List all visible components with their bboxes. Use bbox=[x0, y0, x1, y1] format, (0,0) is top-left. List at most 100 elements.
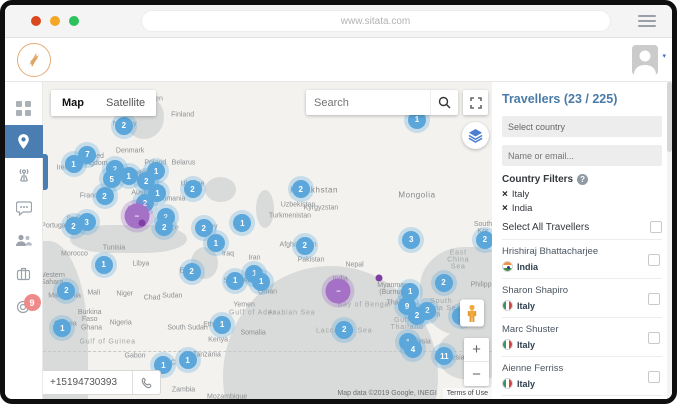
phone-call-icon[interactable] bbox=[132, 371, 160, 394]
maximize-window-icon[interactable] bbox=[69, 16, 79, 26]
traveller-name: Aienne Ferriss bbox=[502, 363, 662, 374]
map-cluster-marker[interactable]: 1 bbox=[226, 272, 244, 290]
select-all-checkbox[interactable] bbox=[650, 221, 662, 233]
map-traveller-dot[interactable] bbox=[139, 220, 146, 227]
main-content: 9 SwedenFinlandNorwayDenmarkUnited Kingd… bbox=[5, 82, 672, 399]
url-bar[interactable]: www.sitata.com bbox=[141, 10, 611, 32]
chat-bubble-icon bbox=[16, 200, 32, 216]
map-cluster-marker[interactable]: 2 bbox=[195, 219, 213, 237]
traveller-list: Hrishiraj BhattacharjeeIndiaSharon Shapi… bbox=[502, 239, 662, 399]
map-cluster-marker[interactable]: 2 bbox=[435, 274, 453, 292]
map-cluster-marker[interactable]: 3 bbox=[402, 231, 420, 249]
help-icon[interactable]: ? bbox=[577, 174, 588, 185]
map-cluster-marker[interactable]: 1 bbox=[53, 319, 71, 337]
traveller-row[interactable]: Sharon ShapiroItaly bbox=[502, 278, 662, 317]
sidebar-item-notifications[interactable]: 9 bbox=[5, 290, 43, 323]
map-traveller-dot[interactable] bbox=[375, 274, 382, 281]
sidebar-item-dashboard[interactable] bbox=[5, 92, 43, 125]
map-cluster-marker[interactable]: 2 bbox=[155, 218, 173, 236]
map-type-map-button[interactable]: Map bbox=[51, 90, 95, 116]
traveller-row[interactable]: Hrishiraj BhattacharjeeIndia bbox=[502, 239, 662, 278]
fullscreen-icon[interactable] bbox=[463, 90, 488, 115]
map-cluster-marker[interactable]: 1 bbox=[120, 167, 138, 185]
sidebar-item-chat[interactable] bbox=[5, 191, 43, 224]
map-cluster-marker-purple[interactable]: – bbox=[326, 278, 351, 303]
map-cluster-marker[interactable]: 1 bbox=[233, 214, 251, 232]
panel-scrollbar[interactable] bbox=[667, 82, 672, 399]
map-label: Pakistan bbox=[298, 256, 325, 263]
user-avatar[interactable] bbox=[632, 45, 658, 75]
map-label: Uzbekistan bbox=[281, 202, 316, 209]
zoom-in-button[interactable]: + bbox=[464, 338, 489, 362]
map-cluster-marker-purple[interactable]: – bbox=[124, 204, 149, 229]
map-cluster-marker[interactable]: 2 bbox=[96, 187, 114, 205]
phone-number-input[interactable] bbox=[43, 377, 132, 388]
traveller-row[interactable]: Eoin Phillips bbox=[502, 395, 662, 399]
scrollbar-thumb[interactable] bbox=[667, 82, 672, 152]
phone-control bbox=[43, 370, 161, 395]
traveller-country: Italy bbox=[502, 300, 662, 311]
traveller-row[interactable]: Aienne FerrissItaly bbox=[502, 356, 662, 395]
map-cluster-marker[interactable]: 1 bbox=[207, 234, 225, 252]
user-menu-caret-icon[interactable]: ▾ bbox=[662, 52, 666, 60]
traveller-person-marker[interactable] bbox=[460, 300, 484, 327]
map-label: Kenya bbox=[208, 337, 228, 344]
sidebar-item-traveller-map[interactable] bbox=[5, 125, 43, 158]
remove-filter-icon[interactable]: × bbox=[502, 190, 508, 200]
map-label: South Sudan bbox=[167, 325, 207, 332]
sitata-logo[interactable] bbox=[17, 43, 51, 77]
map-cluster-marker[interactable]: 4 bbox=[404, 340, 422, 358]
traveller-row[interactable]: Marc ShusterItaly bbox=[502, 317, 662, 356]
map-cluster-marker[interactable]: 2 bbox=[115, 117, 133, 135]
map-cluster-marker[interactable]: 2 bbox=[65, 217, 83, 235]
map-cluster-marker[interactable]: 2 bbox=[408, 307, 426, 325]
sidebar-item-users[interactable] bbox=[5, 224, 43, 257]
sidebar-collapse-handle[interactable] bbox=[43, 154, 48, 190]
browser-menu-icon[interactable] bbox=[638, 15, 656, 30]
search-icon[interactable] bbox=[430, 90, 458, 115]
map-cluster-marker[interactable]: 1 bbox=[95, 256, 113, 274]
map-cluster-marker[interactable]: 2 bbox=[335, 321, 353, 339]
map-cluster-marker[interactable]: 2 bbox=[184, 180, 202, 198]
map-canvas[interactable]: SwedenFinlandNorwayDenmarkUnited Kingdom… bbox=[43, 82, 492, 399]
sea-shape bbox=[205, 177, 236, 202]
close-window-icon[interactable] bbox=[31, 16, 41, 26]
traveller-checkbox[interactable] bbox=[648, 293, 660, 305]
traveller-checkbox[interactable] bbox=[648, 371, 660, 383]
map-label: Turkmenistan bbox=[269, 213, 311, 220]
map-cluster-marker[interactable]: 1 bbox=[213, 316, 231, 334]
map-cluster-marker[interactable]: 2 bbox=[57, 282, 75, 300]
map-cluster-marker[interactable]: 2 bbox=[296, 237, 314, 255]
country-filter-list: ×Italy×India bbox=[502, 189, 662, 214]
map-label: Gulf of Guinea bbox=[79, 339, 135, 346]
equator-gridline bbox=[43, 351, 492, 352]
select-country-dropdown[interactable]: Select country bbox=[502, 116, 662, 137]
map-cluster-marker[interactable]: 1 bbox=[179, 351, 197, 369]
map-search-input[interactable] bbox=[306, 97, 430, 109]
traveller-country: Italy bbox=[502, 339, 662, 350]
traveller-checkbox[interactable] bbox=[648, 254, 660, 266]
country-name: Italy bbox=[517, 340, 535, 350]
map-cluster-marker[interactable]: 5 bbox=[103, 170, 121, 188]
italy-flag-icon bbox=[502, 339, 513, 350]
map-type-satellite-button[interactable]: Satellite bbox=[95, 90, 156, 116]
map-cluster-marker[interactable]: 2 bbox=[292, 180, 310, 198]
layers-icon[interactable] bbox=[462, 122, 489, 149]
sidebar-item-trips[interactable] bbox=[5, 257, 43, 290]
country-name: India bbox=[517, 262, 538, 272]
map-cluster-marker[interactable]: 1 bbox=[252, 273, 270, 291]
remove-filter-icon[interactable]: × bbox=[502, 204, 508, 214]
map-cluster-marker[interactable]: 11 bbox=[435, 347, 453, 365]
map-cluster-marker[interactable]: 2 bbox=[476, 231, 492, 249]
map-data-credit: Map data ©2019 Google, INEGI bbox=[331, 388, 442, 399]
map-cluster-marker[interactable]: 1 bbox=[65, 155, 83, 173]
map-search-box bbox=[306, 90, 458, 115]
name-email-search-input[interactable] bbox=[502, 145, 662, 166]
minimize-window-icon[interactable] bbox=[50, 16, 60, 26]
terms-of-use-link[interactable]: Terms of Use bbox=[443, 388, 492, 399]
zoom-out-button[interactable]: − bbox=[464, 362, 489, 386]
map-cluster-marker[interactable]: 2 bbox=[183, 263, 201, 281]
map-pin-icon bbox=[15, 133, 32, 150]
traveller-checkbox[interactable] bbox=[648, 332, 660, 344]
sidebar-item-alerts[interactable] bbox=[5, 158, 43, 191]
